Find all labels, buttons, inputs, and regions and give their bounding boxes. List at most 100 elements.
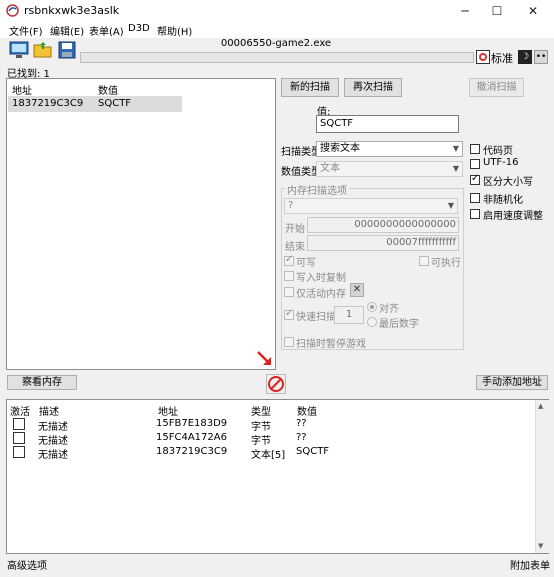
- settings-logo-icon[interactable]: [476, 50, 490, 64]
- code-page-checkbox[interactable]: [470, 144, 480, 154]
- table-scrollbar[interactable]: ▲ ▼: [535, 400, 549, 553]
- no-random-checkbox[interactable]: [470, 193, 480, 203]
- status-bar: 高级选项 附加表单: [0, 555, 554, 577]
- open-process-icon[interactable]: [9, 41, 29, 59]
- active-checkbox[interactable]: [13, 418, 25, 430]
- memory-region-select[interactable]: ? ▼: [284, 198, 458, 214]
- case-sensitive-label: 区分大小写: [483, 177, 533, 188]
- close-button[interactable]: ✕: [516, 0, 550, 22]
- row-description: 无描述: [38, 450, 68, 461]
- scan-type-select[interactable]: 搜索文本 ▼: [316, 141, 463, 157]
- last-digits-label: 最后数字: [379, 319, 419, 330]
- menu-edit[interactable]: 编辑(E): [50, 23, 84, 38]
- menu-d3d[interactable]: D3D: [128, 23, 150, 34]
- chevron-down-icon: ▼: [452, 164, 459, 173]
- align-label: 对齐: [379, 304, 399, 315]
- window-title: rsbnkxwk3e3aslk: [24, 4, 120, 17]
- maximize-button[interactable]: ☐: [480, 0, 514, 22]
- open-file-icon[interactable]: [33, 41, 53, 59]
- row-value: ??: [296, 418, 307, 429]
- speedhack-label: 启用速度调整: [483, 211, 543, 222]
- start-label: 开始: [285, 224, 305, 235]
- table-row[interactable]: 1837219C3C9 SQCTF: [8, 96, 182, 112]
- add-address-manually-button[interactable]: 手动添加地址: [476, 375, 548, 390]
- menu-help[interactable]: 帮助(H): [157, 23, 192, 38]
- result-value: SQCTF: [98, 98, 132, 109]
- align-radio[interactable]: [367, 302, 377, 312]
- address-table[interactable]: 激活 描述 地址 类型 数值 无描述 15FB7E183D9 字节 ?? 无描述…: [6, 399, 549, 554]
- table-row[interactable]: 无描述 1837219C3C9 文本[5] SQCTF: [7, 445, 535, 461]
- title-bar: rsbnkxwk3e3aslk ─ ☐ ✕: [0, 0, 554, 22]
- utf16-label: UTF-16: [483, 157, 519, 168]
- row-value: SQCTF: [296, 446, 330, 457]
- scroll-up-icon[interactable]: ▲: [538, 402, 543, 410]
- results-list[interactable]: 地址 数值 1837219C3C9 SQCTF: [6, 78, 276, 370]
- result-address: 1837219C3C9: [12, 98, 84, 109]
- table-header-address[interactable]: 地址: [158, 403, 178, 418]
- value-type-value: 文本: [320, 163, 340, 174]
- next-scan-button[interactable]: 再次扫描: [344, 78, 402, 97]
- moon-icon[interactable]: ☽: [518, 50, 532, 64]
- row-value: ??: [296, 432, 307, 443]
- memory-scan-options-title: 内存扫描选项: [285, 182, 349, 197]
- results-header-value[interactable]: 数值: [98, 82, 118, 97]
- table-extras-link[interactable]: 附加表单: [510, 557, 550, 572]
- scroll-down-icon[interactable]: ▼: [538, 542, 543, 550]
- scan-progress-bar: [80, 52, 474, 63]
- scan-value-input[interactable]: SQCTF: [316, 115, 459, 133]
- copy-on-write-checkbox[interactable]: [284, 271, 294, 281]
- executable-label: 可执行: [431, 258, 461, 269]
- menu-file[interactable]: 文件(F): [9, 23, 43, 38]
- row-address: 1837219C3C9: [156, 446, 228, 457]
- table-header-value[interactable]: 数值: [297, 403, 317, 418]
- writable-checkbox[interactable]: ✓: [284, 254, 294, 266]
- case-sensitive-checkbox[interactable]: ✓: [470, 173, 480, 185]
- table-header-description[interactable]: 描述: [39, 403, 59, 418]
- speedhack-checkbox[interactable]: [470, 209, 480, 219]
- save-icon[interactable]: [57, 41, 77, 59]
- value-type-select[interactable]: 文本 ▼: [316, 161, 463, 177]
- active-memory-checkbox[interactable]: [284, 287, 294, 297]
- chevron-down-icon: ▼: [452, 144, 459, 153]
- fast-scan-label: 快速扫描: [296, 312, 336, 323]
- start-address-input[interactable]: 0000000000000000: [307, 217, 459, 233]
- advanced-options-link[interactable]: 高级选项: [7, 557, 47, 572]
- active-checkbox[interactable]: [13, 446, 25, 458]
- minimize-button[interactable]: ─: [448, 0, 482, 22]
- stop-address-input[interactable]: 00007fffffffffff: [307, 235, 459, 251]
- delete-icon[interactable]: [266, 374, 286, 394]
- fast-scan-value[interactable]: 1: [334, 306, 364, 324]
- menu-bar: 文件(F) 编辑(E) 表单(A) D3D 帮助(H): [0, 22, 554, 38]
- executable-checkbox[interactable]: [419, 256, 429, 266]
- close-icon[interactable]: ✕: [350, 283, 364, 297]
- dots-icon[interactable]: ••: [534, 50, 548, 64]
- fast-scan-checkbox[interactable]: ✓: [284, 308, 294, 320]
- last-digits-radio[interactable]: [367, 317, 377, 327]
- process-name: 00006550-game2.exe: [220, 38, 332, 49]
- row-address: 15FB7E183D9: [156, 418, 228, 429]
- code-page-label: 代码页: [483, 146, 513, 157]
- active-memory-label: 仅活动内存: [296, 289, 346, 300]
- table-header-active[interactable]: 激活: [10, 403, 30, 418]
- scan-type-label: 扫描类型: [281, 147, 321, 158]
- utf16-checkbox[interactable]: [470, 159, 480, 169]
- chevron-down-icon: ▼: [447, 201, 454, 210]
- table-row[interactable]: 无描述 15FC4A172A6 字节 ??: [7, 431, 535, 447]
- table-header-type[interactable]: 类型: [251, 403, 271, 418]
- new-scan-button[interactable]: 新的扫描: [281, 78, 339, 97]
- checkmark-icon: ✓: [285, 308, 294, 319]
- menu-table[interactable]: 表单(A): [89, 23, 124, 38]
- view-memory-button[interactable]: 察看内存: [7, 375, 77, 390]
- no-random-label: 非随机化: [483, 195, 523, 206]
- writable-label: 可写: [296, 258, 316, 269]
- checkmark-icon: ✓: [285, 254, 294, 265]
- add-to-list-arrow-icon[interactable]: [256, 350, 274, 368]
- pause-game-checkbox[interactable]: [284, 337, 294, 347]
- table-row[interactable]: 无描述 15FB7E183D9 字节 ??: [7, 417, 535, 433]
- results-header-address[interactable]: 地址: [12, 82, 32, 97]
- copy-on-write-label: 写入时复制: [296, 273, 346, 284]
- undo-scan-button[interactable]: 撤消扫描: [469, 78, 524, 97]
- view-mode-label[interactable]: 标准: [491, 50, 513, 66]
- active-checkbox[interactable]: [13, 432, 25, 444]
- stop-label: 结束: [285, 242, 305, 253]
